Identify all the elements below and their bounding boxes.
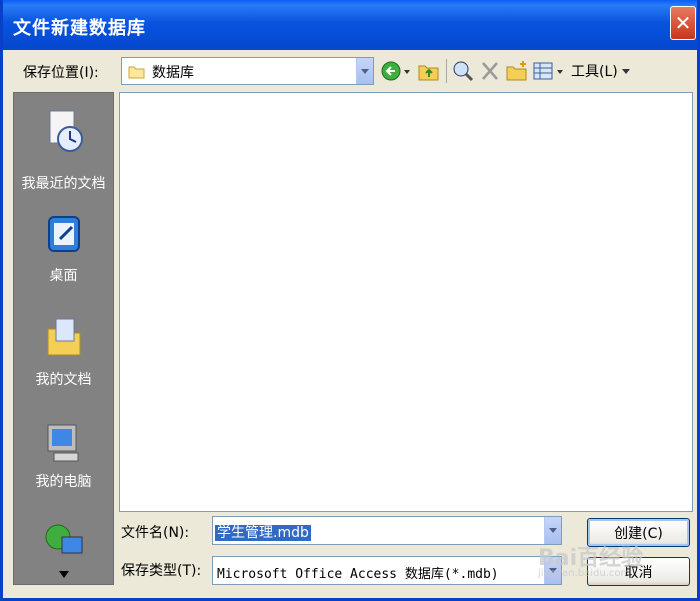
place-label: 我的电脑 [35, 474, 92, 490]
place-my-computer[interactable]: 我的电脑 [14, 419, 113, 499]
place-desktop[interactable]: 桌面 [14, 211, 113, 291]
close-icon: ✕ [674, 11, 692, 35]
file-list[interactable] [119, 92, 693, 512]
network-places-icon [45, 524, 82, 554]
save-dialog: 文件新建数据库 ✕ 保存位置(I): 数据库 工具(L) 我最近的文档 桌面 我… [0, 0, 700, 601]
place-recent[interactable]: 我最近的文档 [14, 107, 113, 199]
watermark: Bai百经验 jingyan.baidu.com [538, 546, 644, 579]
dialog-title: 文件新建数据库 [13, 18, 146, 39]
place-label: 我最近的文档 [21, 176, 106, 192]
filename-label: 文件名(N): [121, 525, 190, 541]
filename-value: 学生管理.mdb [215, 525, 311, 541]
close-button[interactable]: ✕ [670, 6, 696, 40]
desktop-icon [47, 216, 80, 252]
filetype-value: Microsoft Office Access 数据库(*.mdb) [217, 567, 499, 582]
back-icon [381, 61, 410, 81]
filename-input[interactable]: 学生管理.mdb [212, 516, 562, 545]
up-folder-icon [418, 65, 439, 81]
new-folder-icon [506, 61, 527, 81]
save-in-value: 数据库 [152, 65, 194, 81]
scroll-down-icon[interactable] [59, 571, 69, 579]
delete-button[interactable] [480, 58, 500, 84]
tools-menu[interactable]: 工具(L) [571, 58, 631, 84]
search-web-button[interactable] [451, 58, 475, 84]
place-label: 桌面 [49, 268, 78, 284]
back-button[interactable] [381, 58, 411, 84]
my-documents-icon [47, 318, 80, 356]
up-folder-button[interactable] [417, 58, 441, 84]
folder-icon [128, 66, 145, 79]
delete-icon [482, 62, 498, 80]
my-computer-icon [47, 424, 78, 462]
chevron-down-icon[interactable] [356, 58, 373, 84]
place-network[interactable] [14, 519, 113, 581]
filetype-dropdown[interactable]: Microsoft Office Access 数据库(*.mdb) [212, 556, 562, 585]
chevron-down-icon [621, 69, 630, 74]
views-icon [533, 62, 563, 80]
place-label: 我的文档 [35, 372, 92, 388]
places-bar: 我最近的文档 桌面 我的文档 我的电脑 [13, 92, 114, 585]
tools-label: 工具(L) [571, 64, 618, 80]
recent-documents-icon [49, 110, 83, 152]
new-folder-button[interactable] [505, 58, 529, 84]
place-my-documents[interactable]: 我的文档 [14, 313, 113, 393]
save-in-label: 保存位置(I): [23, 65, 99, 81]
save-in-dropdown[interactable]: 数据库 [121, 57, 374, 85]
title-bar[interactable]: 文件新建数据库 ✕ [3, 0, 697, 50]
views-button[interactable] [533, 58, 565, 84]
search-icon [453, 61, 474, 82]
filetype-label: 保存类型(T): [121, 563, 202, 579]
